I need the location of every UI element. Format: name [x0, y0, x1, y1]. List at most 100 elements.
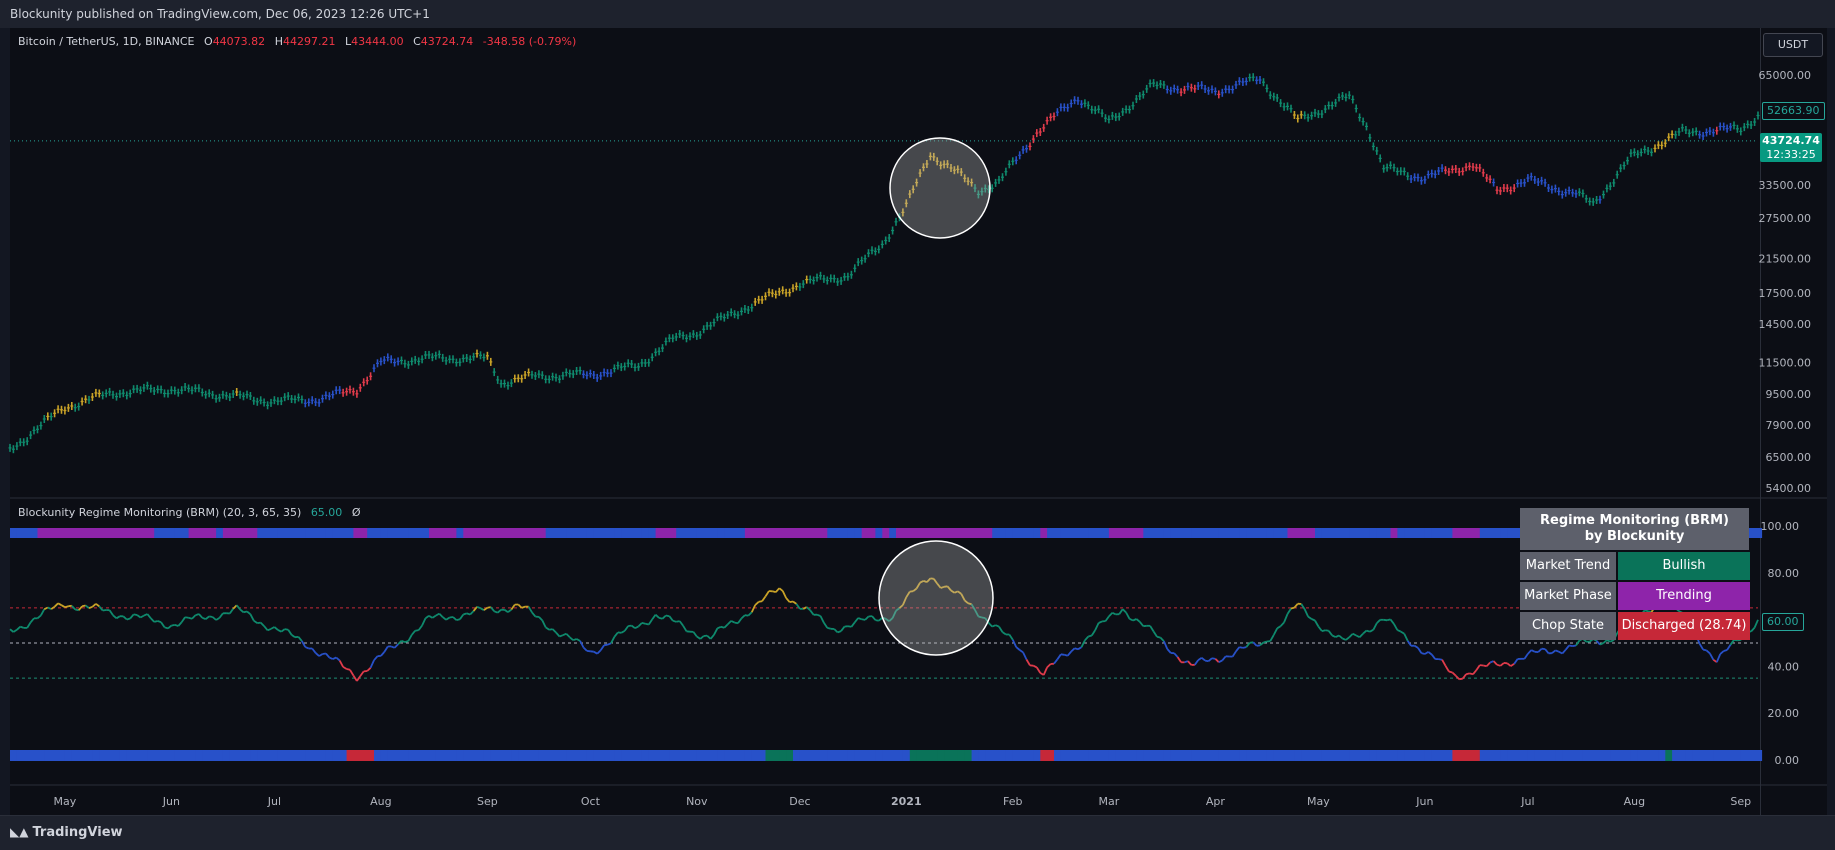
chop-ribbon-cell: [1164, 750, 1172, 761]
brm-segment: [1167, 649, 1171, 653]
phase-ribbon-cell: [903, 528, 911, 538]
brm-segment: [1421, 653, 1425, 654]
chop-ribbon-cell: [889, 750, 897, 761]
chop-ribbon-cell: [463, 750, 471, 761]
chop-ribbon-cell: [566, 750, 574, 761]
chop-ribbon-cell: [1294, 750, 1302, 761]
indicator-tick-label: 0.00: [1775, 754, 1800, 767]
phase-ribbon-cell: [1191, 528, 1199, 538]
brm-segment: [1415, 646, 1418, 648]
brm-segment: [405, 641, 409, 642]
brm-segment: [1085, 637, 1088, 641]
brm-segment: [1020, 650, 1023, 652]
brm-segment: [220, 613, 223, 618]
phase-ribbon-cell: [326, 528, 334, 538]
brm-segment: [1195, 660, 1198, 665]
phase-ribbon-cell: [1136, 528, 1144, 538]
brm-segment: [1356, 636, 1359, 638]
phase-ribbon-cell: [65, 528, 73, 538]
phase-ribbon-cell: [408, 528, 416, 538]
brm-segment: [1291, 608, 1294, 609]
chop-ribbon-cell: [985, 750, 993, 761]
brm-segment: [381, 652, 384, 656]
brm-segment: [13, 630, 17, 632]
brm-segment: [199, 614, 202, 618]
chop-ribbon-cell: [1672, 750, 1680, 761]
chop-ribbon-cell: [1707, 750, 1715, 761]
brm-segment: [717, 627, 721, 629]
phase-ribbon-cell: [1205, 528, 1213, 538]
chop-ribbon-cell: [697, 750, 705, 761]
brm-segment: [1277, 626, 1280, 628]
open-label: O: [204, 35, 213, 48]
brm-segment: [439, 614, 442, 618]
brm-segment: [693, 632, 696, 637]
phase-ribbon-cell: [1033, 528, 1041, 538]
chop-ribbon-cell: [1205, 750, 1213, 761]
phase-ribbon-cell: [1164, 528, 1172, 538]
phase-ribbon-cell: [1102, 528, 1110, 538]
brm-segment: [257, 623, 260, 624]
phase-ribbon-cell: [882, 528, 890, 538]
chop-ribbon-cell: [1185, 750, 1193, 761]
phase-ribbon-cell: [800, 528, 808, 538]
brm-segment: [1161, 638, 1164, 642]
phase-ribbon-cell: [1095, 528, 1103, 538]
brm-segment: [10, 629, 13, 632]
tradingview-logo[interactable]: ◣▲TradingView: [10, 825, 123, 840]
brm-segment: [611, 637, 614, 644]
phase-ribbon-cell: [388, 528, 396, 538]
chop-ribbon-cell: [614, 750, 622, 761]
brm-segment: [1339, 636, 1343, 639]
chop-ribbon-cell: [1439, 750, 1447, 761]
phase-ribbon-cell: [381, 528, 389, 538]
brm-segment: [463, 613, 466, 614]
phase-ribbon-cell: [402, 528, 410, 538]
phase-ribbon-cell: [1384, 528, 1392, 538]
brm-segment: [422, 618, 425, 625]
brm-segment: [336, 658, 340, 661]
currency-button[interactable]: USDT: [1763, 33, 1823, 57]
chop-ribbon-cell: [168, 750, 176, 761]
symbol-name[interactable]: Bitcoin / TetherUS, 1D, BINANCE: [18, 35, 195, 48]
brm-segment: [1202, 658, 1205, 661]
brm-segment: [443, 617, 446, 620]
brm-segment: [742, 615, 745, 618]
brm-segment: [1312, 619, 1315, 621]
brm-segment: [1318, 627, 1322, 632]
chop-ribbon-cell: [999, 750, 1007, 761]
chop-ribbon-cell: [834, 750, 842, 761]
brm-segment: [759, 601, 762, 602]
chop-ribbon-cell: [924, 750, 932, 761]
time-tick-label: Jul: [1520, 795, 1534, 808]
brm-segment: [1106, 616, 1109, 621]
phase-ribbon-cell: [182, 528, 190, 538]
brm-segment: [766, 591, 770, 596]
brm-segment: [841, 627, 844, 632]
chop-ribbon-cell: [312, 750, 320, 761]
low-value: 43444.00: [351, 35, 404, 48]
phase-ribbon-cell: [250, 528, 258, 538]
brm-segment: [1610, 640, 1614, 642]
phase-ribbon-cell: [58, 528, 66, 538]
chop-ribbon-cell: [31, 750, 38, 761]
brm-segment: [724, 624, 727, 627]
brm-segment: [1459, 679, 1463, 680]
phase-ribbon-cell: [443, 528, 451, 538]
phase-ribbon-cell: [1123, 528, 1131, 538]
brm-segment: [748, 612, 752, 615]
price-tick-label: 6500.00: [1766, 451, 1812, 464]
phase-ribbon-cell: [209, 528, 217, 538]
indicator-title[interactable]: Blockunity Regime Monitoring (BRM) (20, …: [18, 506, 301, 519]
brm-segment: [666, 616, 670, 617]
brm-segment: [343, 667, 347, 669]
brm-segment: [323, 654, 326, 655]
phase-ribbon-cell: [896, 528, 904, 538]
brm-segment: [1009, 635, 1013, 640]
brm-segment: [1363, 631, 1366, 634]
chop-ribbon-cell: [1713, 750, 1721, 761]
time-tick-label: Mar: [1099, 795, 1120, 808]
chop-ribbon-cell: [1198, 750, 1206, 761]
chop-ribbon-cell: [58, 750, 66, 761]
brm-segment: [240, 609, 243, 612]
